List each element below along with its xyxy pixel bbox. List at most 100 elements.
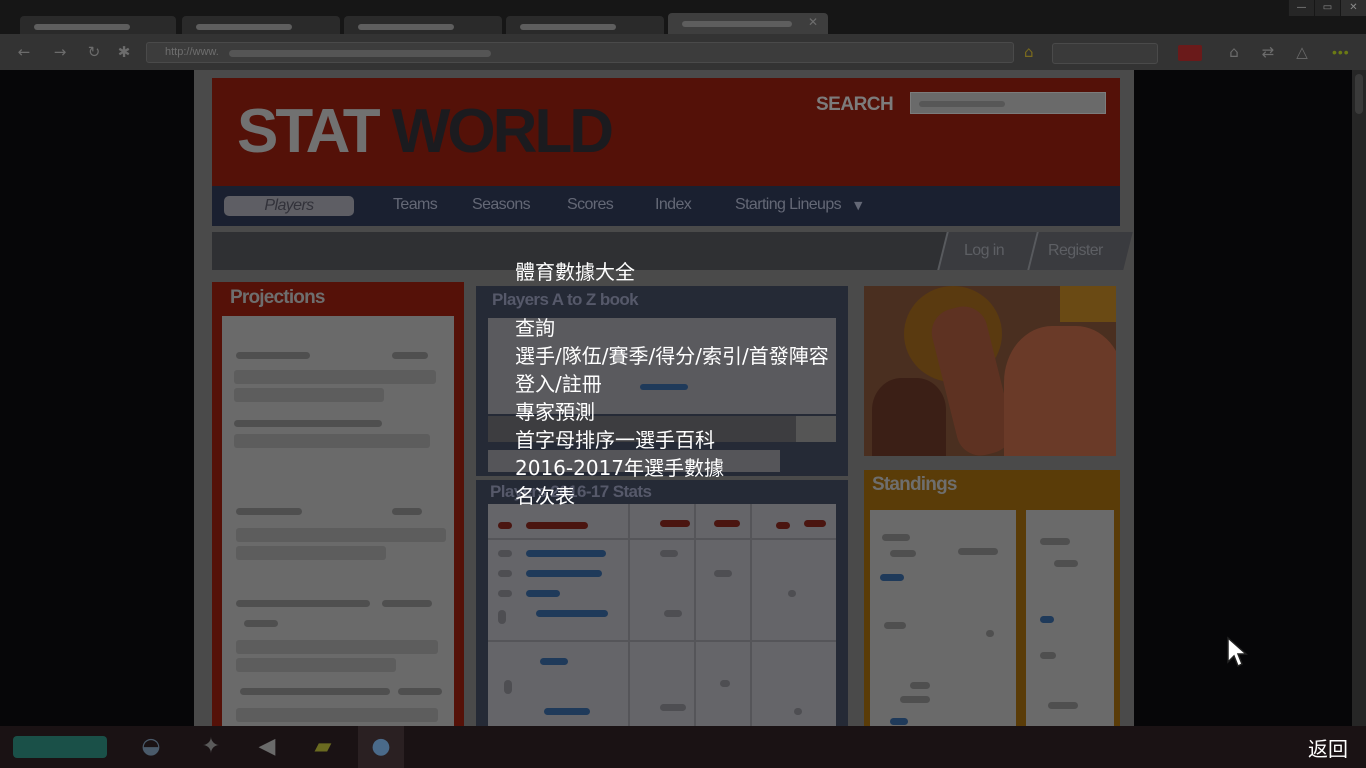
close-icon[interactable]: ✕ — [808, 15, 818, 29]
chevron-down-icon[interactable]: ▼ — [854, 199, 862, 212]
nav-teams[interactable]: Teams — [393, 196, 438, 214]
projections-panel: Projections — [212, 282, 464, 732]
overlay-search: 查詢 — [515, 316, 555, 340]
browser-tab-strip: ✕ — ▭ ✕ — [0, 0, 1366, 34]
scrollbar-thumb[interactable] — [1355, 74, 1363, 114]
logo-stat: STAT — [237, 97, 381, 166]
home-icon[interactable]: ⌂ — [1024, 43, 1034, 61]
overlay-standings: 名次表 — [515, 484, 575, 508]
browser-app-icon[interactable]: ● — [368, 734, 394, 760]
app-icon-4[interactable]: ▰ — [310, 734, 336, 760]
overlay-nav: 選手/隊伍/賽季/得分/索引/首發陣容 — [515, 344, 829, 368]
address-url-blurred — [229, 50, 491, 57]
overlay-gap — [515, 286, 875, 314]
text-placeholder — [392, 352, 428, 359]
app-icon-3[interactable]: ◀ — [254, 734, 280, 760]
browser-tab-active[interactable]: ✕ — [668, 13, 828, 34]
overlay-projections: 專家預測 — [515, 400, 595, 424]
tab-title-placeholder — [34, 24, 130, 30]
player-link[interactable] — [544, 708, 590, 715]
menu-dots-icon[interactable]: ••• — [1332, 44, 1350, 60]
player-link[interactable] — [526, 590, 560, 597]
text-placeholder — [398, 688, 442, 695]
text-placeholder — [234, 434, 430, 448]
overlay-site-title: 體育數據大全 — [515, 260, 635, 284]
projections-title: Projections — [230, 287, 325, 308]
nav-starting-lineups[interactable]: Starting Lineups — [735, 196, 842, 214]
text-placeholder — [1040, 652, 1056, 659]
standings-column-2 — [1026, 510, 1114, 730]
player-link[interactable] — [536, 610, 608, 617]
text-placeholder — [236, 658, 396, 672]
login-link[interactable]: Log in — [964, 242, 1005, 260]
sync-icon[interactable]: ⇄ — [1258, 43, 1278, 61]
table-header-cell — [804, 520, 826, 527]
address-bar[interactable]: http://www. — [146, 42, 1014, 63]
browser-search-box[interactable] — [1052, 43, 1158, 64]
site-nav: Players Teams Seasons Scores Index Start… — [212, 186, 1120, 226]
text-placeholder — [900, 696, 930, 703]
player-link[interactable] — [526, 570, 602, 577]
maximize-button[interactable]: ▭ — [1314, 0, 1340, 16]
reload-icon[interactable]: ↻ — [84, 43, 104, 61]
standings-panel: Standings — [864, 470, 1120, 730]
text-placeholder — [234, 370, 436, 384]
forward-arrow-icon[interactable]: → — [50, 43, 70, 61]
app-icon-2[interactable]: ✦ — [198, 734, 224, 760]
text-placeholder — [236, 546, 386, 560]
minimize-button[interactable]: — — [1288, 0, 1314, 16]
tab-title-placeholder — [520, 24, 616, 30]
browser-tab[interactable] — [20, 16, 176, 34]
table-cell — [788, 590, 796, 597]
table-header-cell — [498, 522, 512, 529]
search-label: SEARCH — [816, 94, 894, 115]
site-search-input[interactable] — [910, 92, 1106, 114]
text-placeholder — [882, 534, 910, 541]
back-arrow-icon[interactable]: ← — [14, 43, 34, 61]
team-link[interactable] — [890, 718, 908, 725]
app-icon-1[interactable]: ◒ — [138, 734, 164, 760]
player-link[interactable] — [526, 550, 606, 557]
text-placeholder — [1048, 702, 1078, 709]
lock-icon[interactable]: ⌂ — [1224, 43, 1244, 61]
team-link[interactable] — [1040, 616, 1054, 623]
site-logo[interactable]: STAT WORLD — [237, 96, 614, 167]
text-placeholder — [392, 508, 422, 515]
browser-tab[interactable] — [344, 16, 502, 34]
warning-icon[interactable]: △ — [1292, 43, 1312, 61]
mouse-cursor-icon — [1227, 636, 1248, 668]
nav-scores[interactable]: Scores — [567, 196, 614, 214]
player-figure-back — [872, 378, 946, 456]
text-placeholder — [236, 508, 302, 515]
nav-seasons[interactable]: Seasons — [472, 196, 531, 214]
puzzle-icon[interactable]: ✱ — [114, 43, 134, 61]
overlay-login: 登入/註冊 — [515, 372, 602, 396]
back-button[interactable]: 返回 — [1308, 733, 1348, 762]
extension-icon[interactable] — [1178, 45, 1202, 61]
text-placeholder — [236, 352, 310, 359]
text-placeholder — [382, 600, 432, 607]
register-link[interactable]: Register — [1048, 242, 1103, 260]
team-link[interactable] — [880, 574, 904, 581]
close-window-button[interactable]: ✕ — [1340, 0, 1366, 16]
text-placeholder — [234, 388, 384, 402]
table-cell — [720, 680, 730, 687]
browser-tab[interactable] — [506, 16, 664, 34]
text-placeholder — [1054, 560, 1078, 567]
start-button[interactable] — [13, 736, 107, 758]
nav-players[interactable]: Players — [224, 196, 354, 216]
window-controls: — ▭ ✕ — [1288, 0, 1366, 16]
browser-tab[interactable] — [182, 16, 340, 34]
nav-index[interactable]: Index — [655, 196, 692, 214]
table-cell — [498, 550, 512, 557]
page-scrollbar[interactable] — [1352, 70, 1366, 726]
screen: ✕ — ▭ ✕ ← → ↻ ✱ http://www. ⌂ ⌂ ⇄ △ ••• … — [0, 0, 1366, 768]
overlay-players-az: 首字母排序一選手百科 — [515, 428, 715, 452]
standings-column-1 — [870, 510, 1016, 730]
text-placeholder — [884, 622, 906, 629]
table-cell — [660, 704, 686, 711]
player-link[interactable] — [540, 658, 568, 665]
table-cell — [504, 680, 512, 694]
background-right — [1134, 70, 1352, 726]
table-divider — [488, 538, 836, 540]
